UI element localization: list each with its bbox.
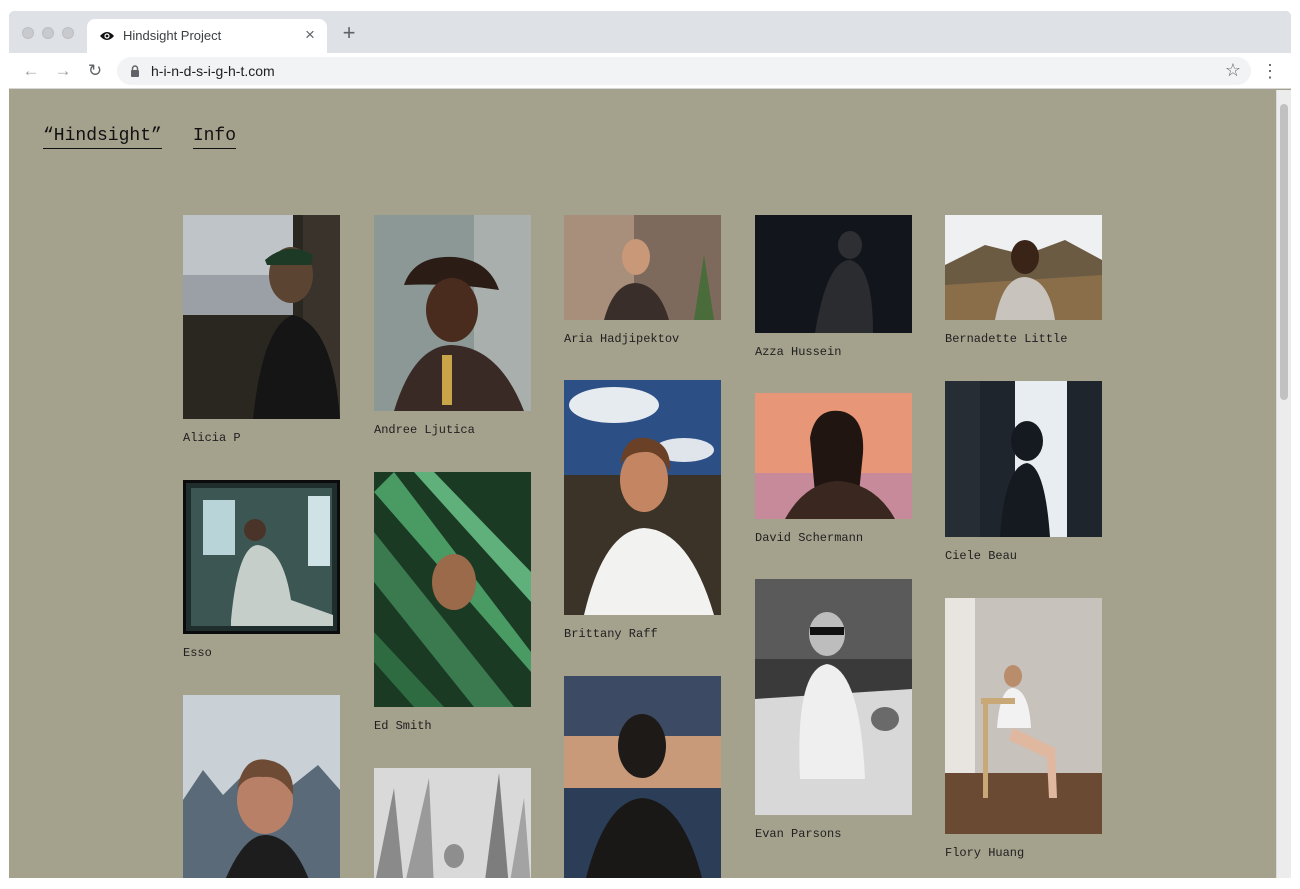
gallery-card[interactable]: Brittany Raff	[564, 380, 721, 641]
eye-icon	[100, 32, 114, 40]
gallery-card[interactable]: Andree Ljutica	[374, 215, 531, 437]
portrait-photo[interactable]	[564, 380, 721, 615]
portrait-photo[interactable]	[374, 472, 531, 707]
tab-strip: Hindsight Project × +	[9, 11, 1291, 53]
portrait-photo[interactable]	[755, 579, 912, 815]
gallery-card[interactable]: Bernadette Little	[945, 215, 1102, 346]
back-arrow-icon[interactable]: ←	[21, 61, 41, 81]
gallery-card[interactable]: Evan Parsons	[755, 579, 912, 841]
portrait-photo[interactable]	[183, 480, 340, 634]
nav-link-info[interactable]: Info	[192, 125, 237, 149]
photo-caption: Flory Huang	[945, 846, 1025, 860]
portrait-photo[interactable]	[755, 393, 912, 519]
forward-arrow-icon[interactable]: →	[53, 61, 73, 81]
portrait-photo[interactable]	[183, 215, 340, 419]
photo-caption: Bernadette Little	[945, 332, 1068, 346]
portrait-photo[interactable]	[564, 676, 721, 878]
window-controls	[22, 27, 74, 39]
gallery-card[interactable]	[374, 768, 531, 878]
portrait-photo[interactable]	[945, 598, 1102, 834]
tab-title: Hindsight Project	[123, 28, 222, 43]
page-viewport: “Hindsight” Info Alicia P Esso Andree Lj…	[9, 90, 1291, 878]
browser-window: Hindsight Project × + ← → ↻ h-i-n-d-s-i-…	[9, 11, 1291, 878]
gallery-card[interactable]: David Schermann	[755, 393, 912, 545]
photo-caption: Alicia P	[183, 431, 241, 445]
site-nav: “Hindsight” Info	[43, 125, 237, 149]
gallery-card[interactable]: Aria Hadjipektov	[564, 215, 721, 346]
gallery-card[interactable]	[564, 676, 721, 878]
browser-toolbar: ← → ↻ h-i-n-d-s-i-g-h-t.com ☆ ⋮	[9, 53, 1291, 89]
gallery-card[interactable]	[183, 695, 340, 878]
photo-caption: Ciele Beau	[945, 549, 1018, 563]
gallery-card[interactable]: Azza Hussein	[755, 215, 912, 359]
photo-caption: Evan Parsons	[755, 827, 842, 841]
url-text: h-i-n-d-s-i-g-h-t.com	[151, 63, 275, 79]
scrollbar-thumb[interactable]	[1280, 104, 1288, 400]
browser-tab[interactable]: Hindsight Project ×	[87, 19, 327, 53]
reload-icon[interactable]: ↻	[85, 61, 105, 81]
gallery-card[interactable]: Ciele Beau	[945, 381, 1102, 563]
portrait-photo[interactable]	[183, 695, 340, 878]
gallery-card[interactable]: Ed Smith	[374, 472, 531, 733]
address-bar[interactable]: h-i-n-d-s-i-g-h-t.com ☆	[117, 57, 1251, 85]
portrait-photo[interactable]	[945, 381, 1102, 537]
nav-link-hindsight[interactable]: “Hindsight”	[43, 125, 162, 149]
gallery-card[interactable]: Flory Huang	[945, 598, 1102, 860]
portrait-photo[interactable]	[564, 215, 721, 320]
portrait-photo[interactable]	[945, 215, 1102, 320]
photo-caption: Ed Smith	[374, 719, 432, 733]
maximize-window-button[interactable]	[62, 27, 74, 39]
photo-caption: David Schermann	[755, 531, 864, 545]
new-tab-button[interactable]: +	[339, 22, 359, 44]
minimize-window-button[interactable]	[42, 27, 54, 39]
lock-icon	[131, 65, 139, 77]
portrait-photo[interactable]	[374, 768, 531, 878]
portrait-photo[interactable]	[374, 215, 531, 411]
photo-caption: Andree Ljutica	[374, 423, 475, 437]
browser-menu-icon[interactable]: ⋮	[1261, 61, 1279, 81]
photo-caption: Brittany Raff	[564, 627, 658, 641]
portrait-photo[interactable]	[755, 215, 912, 333]
bookmark-star-icon[interactable]: ☆	[1225, 60, 1241, 81]
tab-close-icon[interactable]: ×	[301, 26, 319, 44]
gallery-card[interactable]: Alicia P	[183, 215, 340, 445]
close-window-button[interactable]	[22, 27, 34, 39]
page-scrollbar[interactable]	[1276, 90, 1291, 878]
photo-caption: Aria Hadjipektov	[564, 332, 680, 346]
photo-caption: Azza Hussein	[755, 345, 842, 359]
gallery-card[interactable]: Esso	[183, 480, 340, 660]
photo-caption: Esso	[183, 646, 212, 660]
